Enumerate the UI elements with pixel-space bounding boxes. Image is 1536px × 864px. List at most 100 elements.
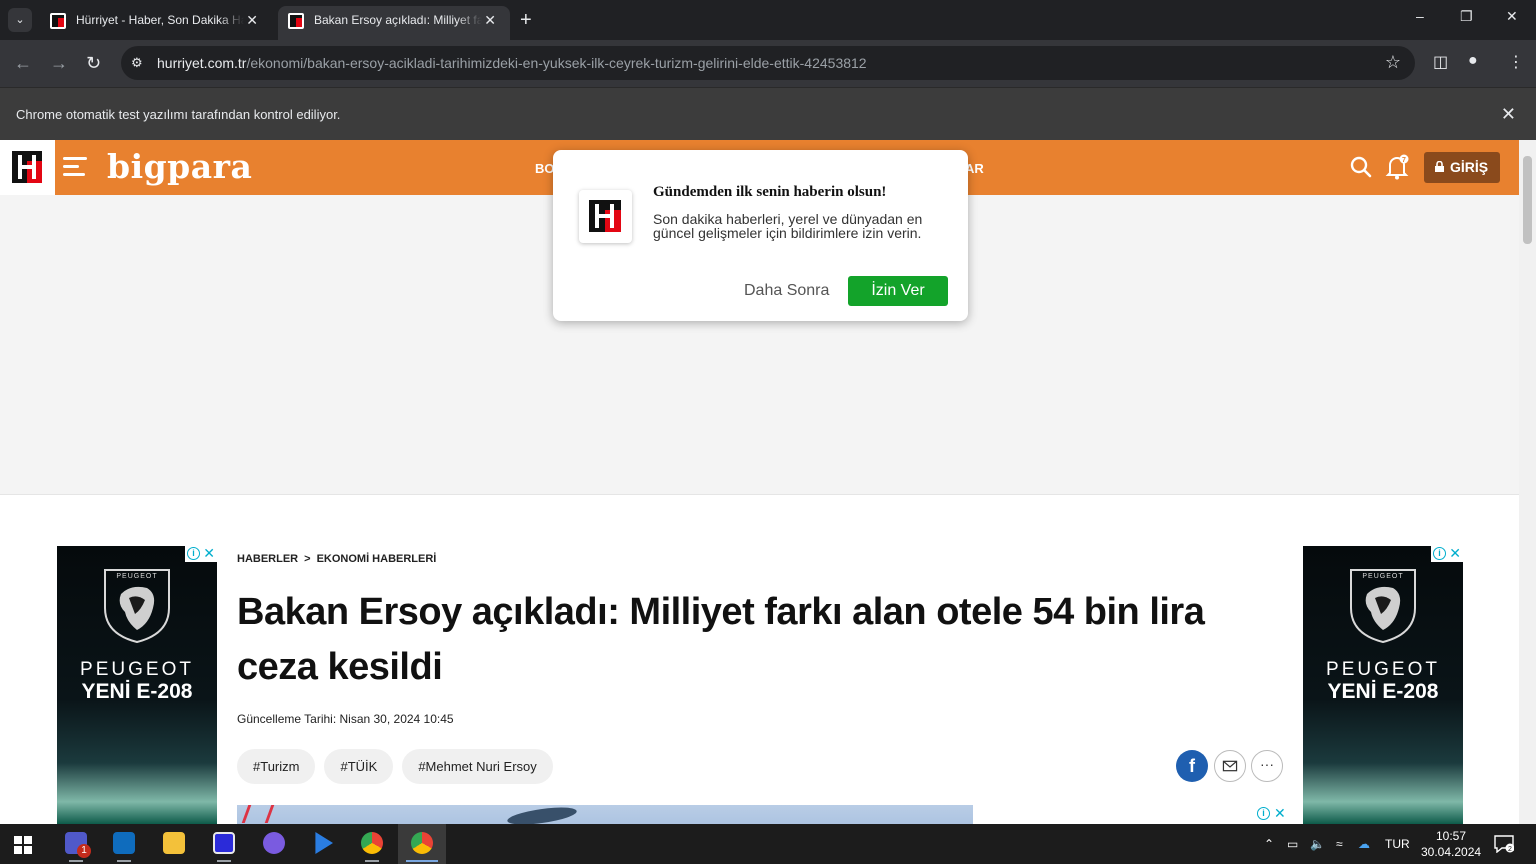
tab-search-button[interactable]: ⌄ <box>8 8 32 32</box>
hurriyet-favicon <box>288 13 304 29</box>
tag-chip[interactable]: #Mehmet Nuri Ersoy <box>402 749 553 784</box>
tab-title: Hürriyet - Haber, Son Dakika Haberler <box>76 13 244 27</box>
side-ad-left[interactable]: i ✕ PEUGEOT PEUGEOT YENİ E-208 <box>57 546 217 824</box>
profile-icon[interactable]: ● <box>1468 52 1478 70</box>
ad-brand: PEUGEOT <box>1326 659 1440 680</box>
ad-model: YENİ E-208 <box>1327 680 1439 703</box>
info-icon[interactable]: i <box>187 547 200 560</box>
close-ad-icon[interactable]: ✕ <box>203 546 215 562</box>
more-share-icon[interactable]: ··· <box>1251 750 1283 782</box>
windows-taskbar: 1 ⌃ ▭ 🔈 ≈ ☁ TUR 10:57 30.04.2024 2 <box>0 824 1536 864</box>
window-close-icon[interactable]: ✕ <box>1506 8 1518 25</box>
tag-list: #Turizm #TÜİK #Mehmet Nuri Ersoy <box>237 749 562 784</box>
wifi-icon[interactable]: ≈ <box>1336 824 1343 864</box>
teams-badge: 1 <box>77 844 91 858</box>
update-date: Güncelleme Tarihi: Nisan 30, 2024 10:45 <box>237 712 454 726</box>
forward-icon[interactable]: → <box>50 51 68 75</box>
site-settings-icon[interactable]: ⚙ <box>131 55 147 71</box>
breadcrumb-item[interactable]: EKONOMİ HABERLERİ <box>317 553 437 565</box>
close-ad-icon[interactable]: ✕ <box>1274 805 1286 822</box>
ad-choices[interactable]: i ✕ <box>185 546 217 562</box>
file-explorer-icon[interactable] <box>150 824 198 864</box>
mail-share-icon[interactable] <box>1214 750 1246 782</box>
search-icon[interactable] <box>1350 156 1372 178</box>
peugeot-lion-logo: PEUGEOT <box>1350 569 1416 644</box>
peugeot-lion-logo: PEUGEOT <box>104 569 170 644</box>
ad-choices[interactable]: i ✕ <box>1431 546 1463 562</box>
info-icon[interactable]: i <box>1257 807 1270 820</box>
bell-badge: 7 <box>1402 157 1406 164</box>
login-label: GİRİŞ <box>1450 159 1489 175</box>
tray-overflow-icon[interactable]: ⌃ <box>1264 824 1274 864</box>
breadcrumb-separator: > <box>304 553 311 565</box>
ad-choices[interactable]: i ✕ <box>1257 805 1287 822</box>
tag-chip[interactable]: #Turizm <box>237 749 316 784</box>
video-editor-icon[interactable] <box>298 824 346 864</box>
onedrive-icon[interactable]: ☁ <box>1358 824 1370 864</box>
article-headline: Bakan Ersoy açıkladı: Milliyet farkı ala… <box>237 591 1205 688</box>
hurriyet-logo[interactable] <box>0 140 55 195</box>
volume-icon[interactable]: 🔈 <box>1310 824 1325 864</box>
infobar-message: Chrome otomatik test yazılımı tarafından… <box>16 107 341 122</box>
intellij-app-icon[interactable] <box>200 824 248 864</box>
facebook-share-icon[interactable]: f <box>1176 750 1208 782</box>
breadcrumb: HABERLER > EKONOMİ HABERLERİ <box>237 553 442 565</box>
tab-hurriyet-home[interactable]: Hürriyet - Haber, Son Dakika Haberler ✕ <box>40 6 272 40</box>
infobar-close-icon[interactable]: ✕ <box>1501 104 1516 125</box>
address-bar[interactable]: ⚙ hurriyet.com.tr/ekonomi/bakan-ersoy-ac… <box>121 46 1415 80</box>
hurriyet-favicon <box>50 13 66 29</box>
ad-model: YENİ E-208 <box>81 680 193 703</box>
bell-icon[interactable]: 7 <box>1385 154 1409 180</box>
restore-icon[interactable]: ❐ <box>1460 8 1473 25</box>
notifications-icon[interactable]: 2 <box>1494 835 1514 853</box>
breadcrumb-item[interactable]: HABERLER <box>237 553 298 565</box>
article-image <box>237 805 973 824</box>
new-tab-icon[interactable]: + <box>520 8 532 32</box>
side-panel-icon[interactable]: ◫ <box>1433 52 1448 72</box>
browser-toolbar: ← → ↻ ⚙ hurriyet.com.tr/ekonomi/bakan-er… <box>0 40 1536 87</box>
info-icon[interactable]: i <box>1433 547 1446 560</box>
teams-app-icon[interactable]: 1 <box>52 824 100 864</box>
page-scrollbar[interactable] <box>1519 140 1536 824</box>
language-indicator[interactable]: TUR <box>1385 824 1410 864</box>
chrome-app-icon-active[interactable] <box>398 824 446 864</box>
close-tab-icon[interactable]: ✕ <box>246 6 258 34</box>
chrome-app-icon[interactable] <box>348 824 396 864</box>
popup-title: Gündemden ilk senin haberin olsun! <box>653 184 887 200</box>
browser-tab-strip: ⌄ Hürriyet - Haber, Son Dakika Haberler … <box>0 0 1536 40</box>
minimize-icon[interactable]: – <box>1416 8 1424 24</box>
svg-text:PEUGEOT: PEUGEOT <box>1362 573 1403 580</box>
outlook-app-icon[interactable] <box>100 824 148 864</box>
close-ad-icon[interactable]: ✕ <box>1449 546 1461 562</box>
automation-infobar: Chrome otomatik test yazılımı tarafından… <box>0 87 1536 140</box>
popup-body: Son dakika haberleri, yerel ve dünyadan … <box>653 211 923 241</box>
clock-date: 30.04.2024 <box>1421 845 1482 859</box>
tab-article[interactable]: Bakan Ersoy açıkladı: Milliyet farkı ✕ <box>278 6 510 40</box>
lock-icon <box>1435 161 1444 172</box>
tab-title: Bakan Ersoy açıkladı: Milliyet farkı <box>314 13 482 27</box>
reload-icon[interactable]: ↻ <box>86 51 101 75</box>
ad-brand: PEUGEOT <box>80 659 194 680</box>
menu-icon[interactable] <box>63 157 87 177</box>
tag-chip[interactable]: #TÜİK <box>324 749 394 784</box>
push-permission-popup: Gündemden ilk senin haberin olsun! Son d… <box>553 150 968 321</box>
bigpara-logo[interactable]: bigpara <box>107 147 252 186</box>
allow-button[interactable]: İzin Ver <box>848 276 948 306</box>
system-clock[interactable]: 10:57 30.04.2024 <box>1421 828 1481 860</box>
bookmark-star-icon[interactable]: ☆ <box>1385 52 1401 73</box>
side-ad-right[interactable]: i ✕ PEUGEOT PEUGEOT YENİ E-208 <box>1303 546 1463 824</box>
svg-text:PEUGEOT: PEUGEOT <box>116 573 157 580</box>
hurriyet-logo <box>579 190 632 243</box>
back-icon[interactable]: ← <box>14 51 32 75</box>
windows-start-icon[interactable] <box>14 836 32 854</box>
scrollbar-thumb[interactable] <box>1523 156 1532 244</box>
nav-item-partial[interactable]: BO <box>535 161 555 176</box>
chrome-menu-icon[interactable]: ⋮ <box>1508 52 1524 72</box>
media-app-icon[interactable] <box>250 824 298 864</box>
battery-icon[interactable]: ▭ <box>1287 824 1298 864</box>
notification-count: 2 <box>1508 846 1512 853</box>
close-tab-icon[interactable]: ✕ <box>484 6 496 34</box>
later-button[interactable]: Daha Sonra <box>744 282 829 300</box>
clock-time: 10:57 <box>1435 829 1467 843</box>
login-button[interactable]: GİRİŞ <box>1424 152 1500 183</box>
